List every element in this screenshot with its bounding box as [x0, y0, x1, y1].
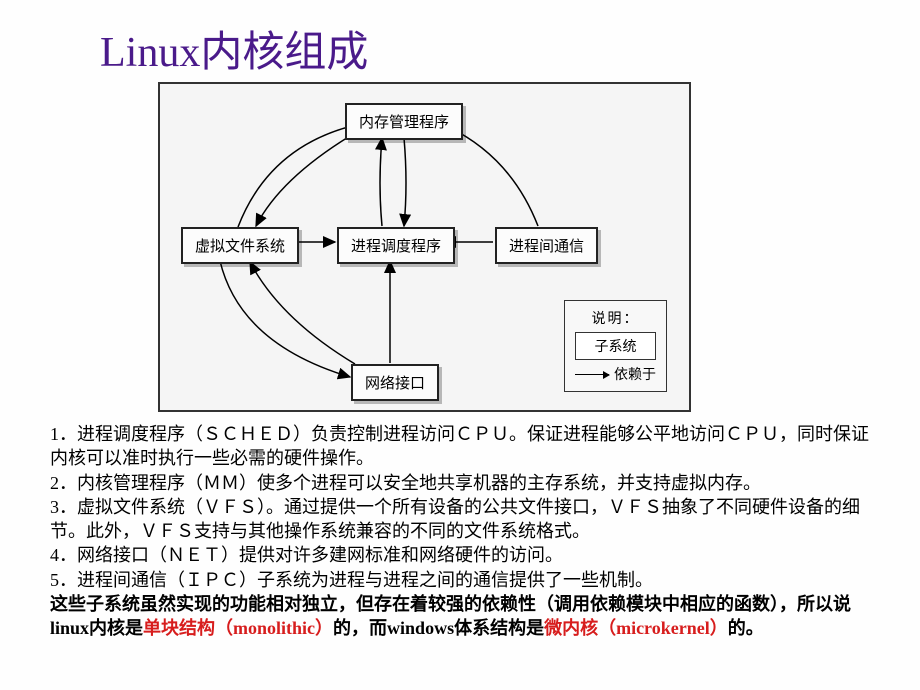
- list-item-5: 5．进程间通信（ＩＰＣ）子系统为进程与进程之间的通信提供了一些机制。: [50, 568, 880, 592]
- kernel-diagram: 内存管理程序 虚拟文件系统 进程调度程序 进程间通信 网络接口 说明： 子系统 …: [158, 82, 691, 412]
- node-ipc: 进程间通信: [495, 227, 598, 264]
- node-scheduler: 进程调度程序: [337, 227, 455, 264]
- page-title: Linux内核组成: [0, 0, 920, 79]
- legend-title: 说明：: [575, 308, 656, 328]
- legend: 说明： 子系统 依赖于: [564, 300, 667, 392]
- description-list: 1．进程调度程序（ＳＣＨＥＤ）负责控制进程访问ＣＰＵ。保证进程能够公平地访问ＣＰ…: [50, 422, 880, 641]
- node-network: 网络接口: [351, 364, 439, 401]
- node-memory-manager: 内存管理程序: [345, 103, 463, 140]
- concl-red2: 微内核（microkernel）: [544, 618, 728, 638]
- list-item-3: 3．虚拟文件系统（ＶＦＳ）。通过提供一个所有设备的公共文件接口，ＶＦＳ抽象了不同…: [50, 495, 880, 544]
- list-item-4: 4．网络接口（ＮＥＴ）提供对许多建网标准和网络硬件的访问。: [50, 543, 880, 567]
- list-item-2: 2．内核管理程序（ＭＭ）使多个进程可以安全地共享机器的主存系统，并支持虚拟内存。: [50, 471, 880, 495]
- node-vfs: 虚拟文件系统: [181, 227, 299, 264]
- concl-part3: 的。: [728, 618, 764, 638]
- concl-part2: 的，而windows体系结构是: [333, 618, 544, 638]
- list-item-1: 1．进程调度程序（ＳＣＨＥＤ）负责控制进程访问ＣＰＵ。保证进程能够公平地访问ＣＰ…: [50, 422, 880, 471]
- legend-depends-label: 依赖于: [614, 364, 656, 384]
- arrow-icon: [575, 374, 609, 375]
- conclusion: 这些子系统虽然实现的功能相对独立，但存在着较强的依赖性（调用依赖模块中相应的函数…: [50, 592, 880, 641]
- legend-subsystem: 子系统: [575, 332, 656, 360]
- legend-depends-row: 依赖于: [575, 364, 656, 384]
- concl-red1: 单块结构（monolithic）: [143, 618, 333, 638]
